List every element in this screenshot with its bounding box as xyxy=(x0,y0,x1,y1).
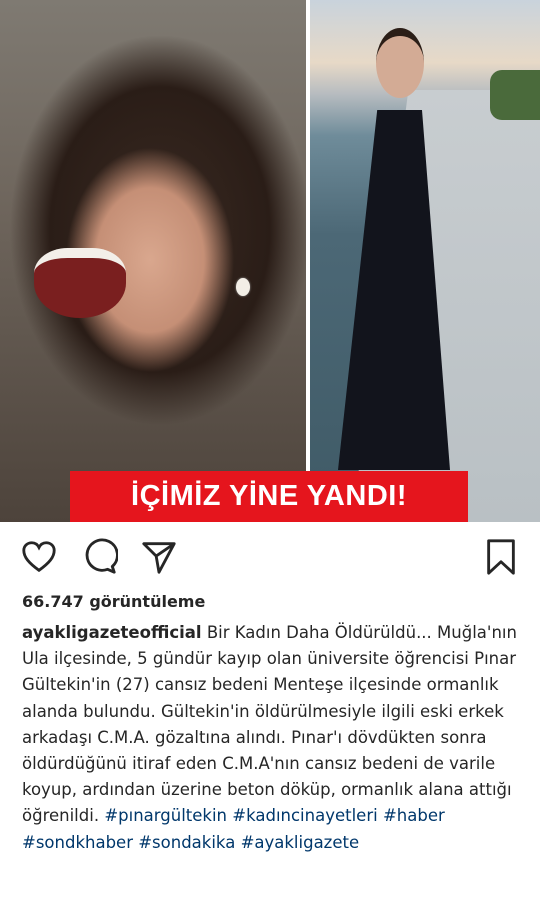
hashtag-link[interactable]: #sondkhaber xyxy=(22,833,133,852)
headline-banner: İÇİMİZ YİNE YANDI! xyxy=(70,471,468,522)
hashtag-link[interactable]: #pınargültekin xyxy=(104,806,227,825)
hashtag-link[interactable]: #kadıncinayetleri xyxy=(232,806,377,825)
post-media[interactable]: İÇİMİZ YİNE YANDI! xyxy=(0,0,540,522)
smile xyxy=(34,248,126,318)
head xyxy=(376,28,424,98)
heart-icon[interactable] xyxy=(20,538,58,576)
earring xyxy=(236,278,250,296)
caption: ayakligazeteofficial Bir Kadın Daha Öldü… xyxy=(22,620,532,856)
photo-left xyxy=(0,0,306,522)
share-icon[interactable] xyxy=(140,538,178,576)
hashtag-link[interactable]: #haber xyxy=(383,806,445,825)
hashtag-link[interactable]: #sondakika xyxy=(138,833,235,852)
action-bar xyxy=(0,522,540,588)
username-link[interactable]: ayakligazeteofficial xyxy=(22,623,202,642)
hedge xyxy=(490,70,540,120)
bookmark-icon[interactable] xyxy=(482,538,520,576)
caption-text: Bir Kadın Daha Öldürüldü... Muğla'nın Ul… xyxy=(22,623,517,826)
hashtag-link[interactable]: #ayakligazete xyxy=(241,833,360,852)
comment-icon[interactable] xyxy=(80,538,118,576)
view-count[interactable]: 66.747 görüntüleme xyxy=(22,592,205,611)
